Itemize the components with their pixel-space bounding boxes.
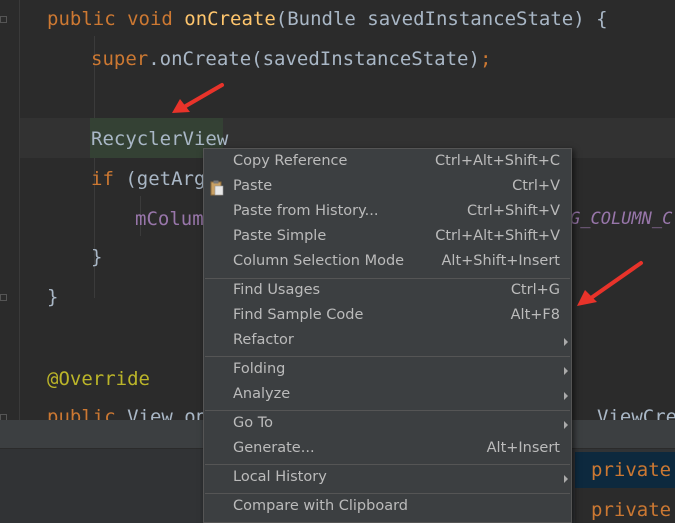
menu-item-label: Paste from History... — [233, 203, 379, 219]
menu-item-copy-reference[interactable]: Copy Reference Ctrl+Alt+Shift+C — [204, 150, 571, 175]
menu-item-shortcut: Ctrl+Shift+V — [467, 203, 560, 219]
menu-item-paste-from-history[interactable]: Paste from History... Ctrl+Shift+V — [204, 200, 571, 225]
fold-marker[interactable] — [0, 294, 7, 301]
menu-item-shortcut: Alt+Insert — [486, 440, 560, 456]
menu-item-label: Paste Simple — [233, 228, 327, 244]
code-line-5: if (getArg — [91, 168, 206, 190]
menu-item-analyze[interactable]: Analyze — [204, 383, 571, 408]
gutter-divider — [19, 0, 20, 420]
code-line-6-tail: G_COLUMN_C — [570, 209, 673, 229]
menu-item-label: Go To — [233, 415, 273, 431]
code-line-8: } — [47, 286, 59, 308]
menu-separator — [205, 493, 570, 494]
menu-item-column-selection-mode[interactable]: Column Selection Mode Alt+Shift+Insert — [204, 250, 571, 275]
code-line-10: @Override — [47, 368, 150, 390]
menu-item-paste-simple[interactable]: Paste Simple Ctrl+Alt+Shift+V — [204, 225, 571, 250]
submenu-arrow-icon — [564, 475, 568, 483]
menu-item-label: Refactor — [233, 332, 294, 348]
menu-item-label: Analyze — [233, 386, 291, 402]
menu-item-find-usages[interactable]: Find Usages Ctrl+G — [204, 279, 571, 304]
red-arrow-annotation — [577, 261, 643, 306]
code-line-7: } — [91, 246, 103, 268]
menu-item-label: Generate... — [233, 440, 315, 456]
fold-marker[interactable] — [0, 16, 7, 23]
menu-item-label: Compare with Clipboard — [233, 498, 409, 514]
menu-item-generate[interactable]: Generate... Alt+Insert — [204, 437, 571, 462]
menu-separator — [205, 464, 570, 465]
menu-item-label: Copy Reference — [233, 153, 348, 169]
menu-item-shortcut: Alt+F8 — [510, 307, 560, 323]
code-line-2: super.onCreate(savedInstanceState); — [91, 48, 492, 70]
menu-item-shortcut: Ctrl+V — [512, 178, 560, 194]
menu-item-label: Find Usages — [233, 282, 321, 298]
red-arrow-annotation — [172, 83, 224, 113]
menu-item-folding[interactable]: Folding — [204, 358, 571, 383]
menu-item-shortcut: Ctrl+Alt+Shift+C — [435, 153, 560, 169]
menu-item-label: Paste — [233, 178, 273, 194]
menu-separator — [205, 356, 570, 357]
menu-item-go-to[interactable]: Go To — [204, 412, 571, 437]
submenu-arrow-icon — [564, 367, 568, 375]
context-menu[interactable]: Copy Reference Ctrl+Alt+Shift+C Paste Ct… — [203, 148, 572, 523]
menu-item-shortcut: Ctrl+G — [510, 282, 560, 298]
completion-item[interactable]: private — [591, 459, 671, 481]
submenu-arrow-icon — [564, 392, 568, 400]
menu-item-shortcut: Ctrl+Alt+Shift+V — [435, 228, 560, 244]
completion-popup[interactable]: private private — [575, 452, 675, 523]
code-line-1: public void onCreate(Bundle savedInstanc… — [47, 8, 608, 30]
clipboard-icon — [210, 180, 224, 196]
submenu-arrow-icon — [564, 421, 568, 429]
menu-item-shortcut: Alt+Shift+Insert — [441, 253, 560, 269]
menu-item-label: Find Sample Code — [233, 307, 364, 323]
menu-item-label: Column Selection Mode — [233, 253, 405, 269]
menu-item-find-sample-code[interactable]: Find Sample Code Alt+F8 — [204, 304, 571, 329]
menu-item-compare-with-clipboard[interactable]: Compare with Clipboard — [204, 495, 571, 520]
menu-item-refactor[interactable]: Refactor — [204, 329, 571, 354]
submenu-arrow-icon — [564, 338, 568, 346]
menu-item-paste[interactable]: Paste Ctrl+V — [204, 175, 571, 200]
menu-item-label: Local History — [233, 469, 327, 485]
menu-item-label: Folding — [233, 361, 286, 377]
menu-item-local-history[interactable]: Local History — [204, 466, 571, 491]
menu-separator — [205, 410, 570, 411]
completion-item[interactable]: private — [591, 499, 671, 521]
